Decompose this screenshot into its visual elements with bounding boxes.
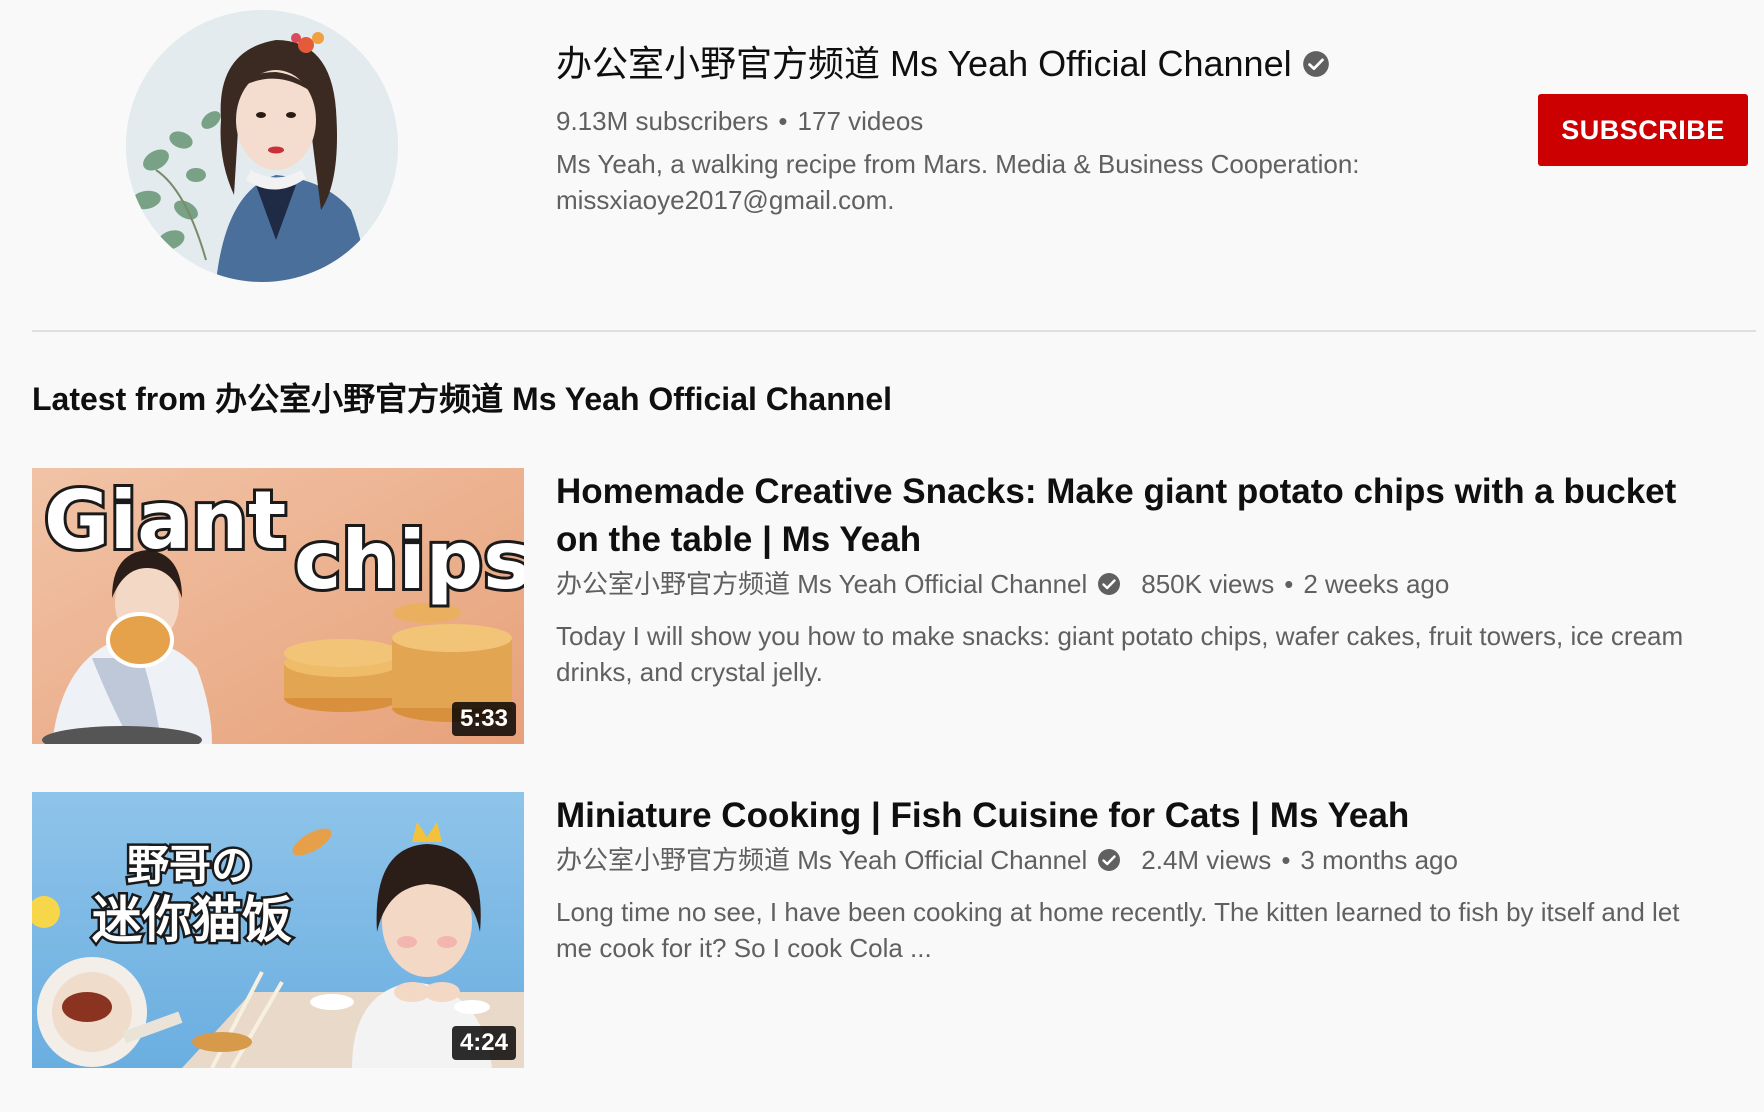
video-duration: 5:33	[451, 702, 516, 736]
video-item[interactable]: Giant chips 5:33 Homemade Creative Snack…	[32, 468, 1752, 744]
video-channel-name[interactable]: 办公室小野官方频道 Ms Yeah Official Channel	[556, 842, 1087, 878]
view-count: 2.4M views	[1141, 845, 1272, 875]
view-count: 850K views	[1141, 569, 1275, 599]
video-description: Today I will show you how to make snacks…	[556, 621, 1684, 687]
video-meta: 办公室小野官方频道 Ms Yeah Official Channel 2.4M …	[556, 842, 1716, 878]
video-item[interactable]: 野哥の 迷你猫饭 4:24 Miniature Cooking | Fish C…	[32, 792, 1752, 1068]
video-count: 177 videos	[797, 106, 924, 136]
channel-name[interactable]: 办公室小野官方频道 Ms Yeah Official Channel	[556, 38, 1292, 90]
verified-badge-icon	[1097, 848, 1121, 872]
video-channel-name[interactable]: 办公室小野官方频道 Ms Yeah Official Channel	[556, 566, 1087, 602]
video-thumbnail[interactable]: 野哥の 迷你猫饭 4:24	[32, 792, 524, 1068]
thumbnail-text-1: Giant	[44, 474, 286, 567]
channel-title-row: 办公室小野官方频道 Ms Yeah Official Channel	[556, 38, 1376, 90]
thumbnail-text-1: 野哥の	[127, 841, 253, 890]
meta-separator: •	[1281, 845, 1291, 875]
video-meta: 办公室小野官方频道 Ms Yeah Official Channel 850K …	[556, 566, 1716, 602]
verified-badge-icon	[1302, 50, 1330, 78]
thumbnail-image: 野哥の 迷你猫饭	[32, 792, 524, 1068]
thumbnail-image: Giant chips	[32, 468, 524, 744]
channel-stats: 9.13M subscribers • 177 videos	[556, 104, 1376, 138]
channel-header: 办公室小野官方频道 Ms Yeah Official Channel 9.13M…	[0, 0, 1764, 330]
meta-separator: •	[1284, 569, 1294, 599]
video-info: Homemade Creative Snacks: Make giant pot…	[556, 468, 1716, 690]
section-title[interactable]: Latest from 办公室小野官方频道 Ms Yeah Official C…	[32, 378, 892, 420]
stats-separator: •	[778, 106, 788, 136]
upload-age: 2 weeks ago	[1303, 569, 1450, 599]
upload-age: 3 months ago	[1300, 845, 1458, 875]
video-info: Miniature Cooking | Fish Cuisine for Cat…	[556, 792, 1716, 966]
verified-badge-icon	[1097, 572, 1121, 596]
thumbnail-text-2: chips	[294, 514, 524, 607]
subscriber-count: 9.13M subscribers	[556, 106, 769, 136]
section-divider	[32, 330, 1756, 332]
subscribe-button[interactable]: SUBSCRIBE	[1538, 94, 1748, 166]
video-duration: 4:24	[451, 1026, 516, 1060]
avatar-image	[126, 10, 398, 282]
channel-avatar[interactable]	[126, 10, 398, 282]
video-thumbnail[interactable]: Giant chips 5:33	[32, 468, 524, 744]
video-title[interactable]: Miniature Cooking | Fish Cuisine for Cat…	[556, 792, 1716, 840]
channel-description: Ms Yeah, a walking recipe from Mars. Med…	[556, 149, 1360, 215]
thumbnail-text-2: 迷你猫饭	[92, 891, 292, 949]
channel-info: 办公室小野官方频道 Ms Yeah Official Channel 9.13M…	[556, 38, 1376, 218]
video-description: Long time no see, I have been cooking at…	[556, 897, 1680, 963]
video-title[interactable]: Homemade Creative Snacks: Make giant pot…	[556, 468, 1716, 564]
